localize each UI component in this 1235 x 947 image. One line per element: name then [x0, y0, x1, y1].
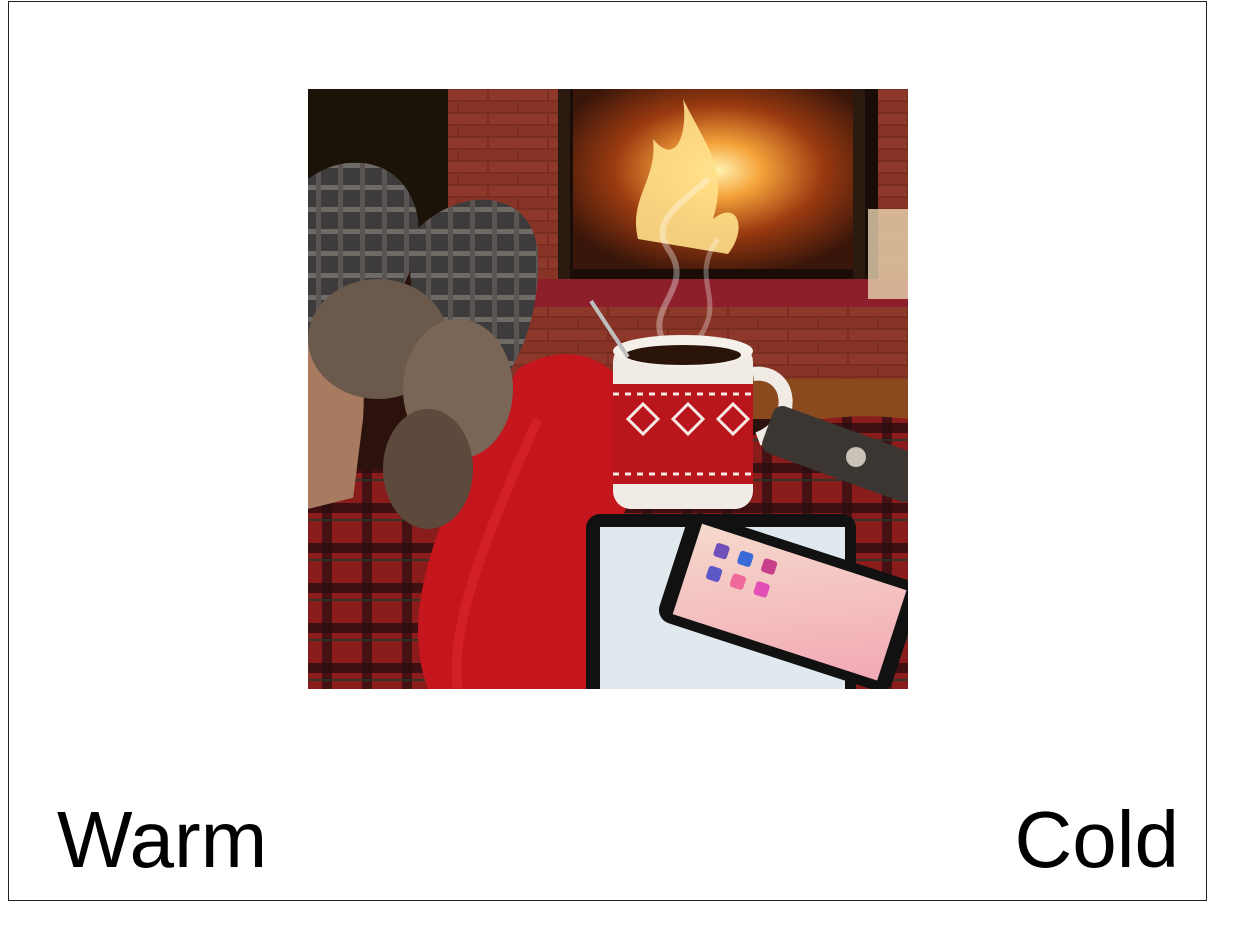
warm-option[interactable]: Warm	[57, 800, 267, 880]
cold-option[interactable]: Cold	[1014, 800, 1179, 880]
prompt-image	[308, 89, 908, 689]
